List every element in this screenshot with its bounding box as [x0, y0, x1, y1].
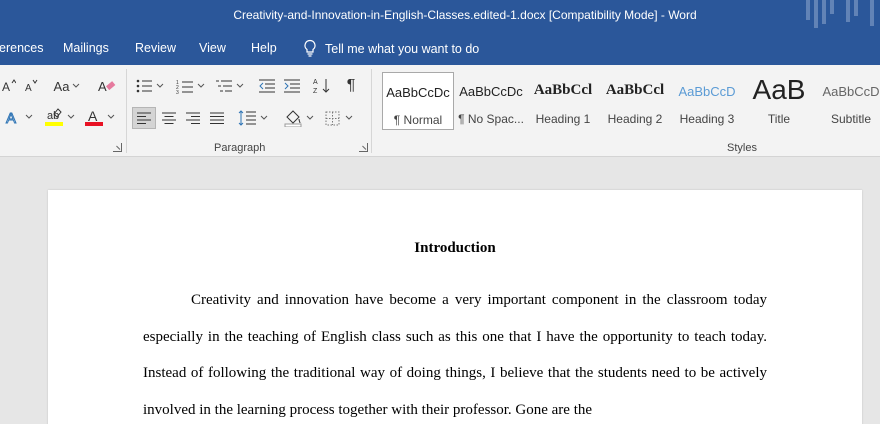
line-spacing-button[interactable] [236, 107, 270, 129]
style-normal[interactable]: AaBbCcDc ¶ Normal [382, 72, 454, 130]
title-bar: Creativity-and-Innovation-in-English-Cla… [0, 0, 880, 33]
lightbulb-icon [303, 39, 317, 60]
change-case-button[interactable]: Aa [52, 78, 82, 94]
svg-text:A: A [2, 80, 10, 93]
multilevel-list-button[interactable] [214, 77, 244, 95]
group-separator [371, 69, 372, 153]
justify-button[interactable] [206, 107, 228, 129]
style-heading-2-sample: AaBbCcl [605, 82, 665, 98]
style-no-spacing-name: ¶ No Spac... [458, 112, 524, 126]
svg-text:A: A [6, 110, 16, 125]
style-normal-name: ¶ Normal [393, 113, 443, 127]
align-center-button[interactable] [158, 107, 180, 129]
tab-mailings[interactable]: Mailings [63, 41, 109, 55]
styles-gallery: AaBbCcDc ¶ Normal AaBbCcDc ¶ No Spac... … [380, 70, 880, 132]
style-title[interactable]: AaB Title [743, 72, 815, 130]
bullets-button[interactable] [136, 77, 164, 95]
numbering-button[interactable]: 123 [174, 77, 206, 95]
group-separator [126, 69, 127, 153]
svg-text:Z: Z [313, 88, 318, 95]
title-bar-decoration [800, 0, 880, 33]
style-heading-3-name: Heading 3 [679, 112, 735, 126]
highlight-color-button[interactable]: ab [42, 107, 76, 127]
paragraph-group-label: Paragraph [214, 142, 266, 154]
svg-text:A: A [25, 83, 32, 93]
window-title: Creativity-and-Innovation-in-English-Cla… [233, 8, 697, 22]
style-heading-3-sample: AaBbCcD [678, 84, 736, 99]
style-heading-2-name: Heading 2 [607, 112, 663, 126]
ribbon: A A Aa A A ab A 123 AZ ¶ Paragraph AaBbC… [0, 65, 880, 157]
svg-text:A: A [313, 79, 318, 86]
borders-button[interactable] [322, 107, 356, 129]
pilcrow-icon: ¶ [346, 77, 356, 94]
show-formatting-marks-button[interactable]: ¶ [342, 76, 360, 96]
style-subtitle-sample: AaBbCcD [822, 84, 880, 99]
ribbon-tabs: erences Mailings Review View Help Tell m… [0, 33, 880, 65]
style-heading-1-sample: AaBbCcl [533, 82, 593, 98]
svg-text:3: 3 [176, 90, 179, 94]
shrink-font-button[interactable]: A [24, 79, 38, 93]
document-heading: Introduction [414, 240, 496, 256]
style-heading-2[interactable]: AaBbCcl Heading 2 [599, 72, 671, 130]
style-heading-3[interactable]: AaBbCcD Heading 3 [671, 72, 743, 130]
tell-me-box[interactable]: Tell me what you want to do [303, 38, 479, 60]
increase-indent-button[interactable] [281, 77, 301, 95]
tab-review[interactable]: Review [135, 41, 176, 55]
align-left-button[interactable] [132, 107, 156, 129]
sort-button[interactable]: AZ [312, 76, 332, 96]
decrease-indent-button[interactable] [256, 77, 276, 95]
shading-button[interactable] [282, 107, 316, 129]
font-dialog-launcher[interactable] [113, 143, 122, 152]
tell-me-label: Tell me what you want to do [325, 42, 480, 56]
document-page[interactable]: Introduction Creativity and innovation h… [48, 190, 862, 424]
svg-text:A: A [88, 108, 98, 124]
style-heading-1[interactable]: AaBbCcl Heading 1 [527, 72, 599, 130]
style-no-spacing[interactable]: AaBbCcDc ¶ No Spac... [455, 72, 527, 130]
style-title-name: Title [767, 112, 791, 126]
style-heading-1-name: Heading 1 [535, 112, 591, 126]
style-subtitle[interactable]: AaBbCcD Subtitle [815, 72, 880, 130]
style-no-spacing-sample: AaBbCcDc [459, 84, 523, 99]
document-paragraph: Creativity and innovation have become a … [143, 292, 767, 419]
tab-view[interactable]: View [199, 41, 226, 55]
font-color-button[interactable]: A [82, 107, 116, 127]
style-subtitle-name: Subtitle [830, 112, 872, 126]
text-effects-button[interactable]: A [4, 109, 34, 125]
clear-formatting-button[interactable]: A [98, 77, 116, 95]
svg-text:A: A [98, 79, 107, 94]
style-title-sample: AaB [752, 74, 806, 105]
tab-references[interactable]: erences [0, 41, 43, 55]
styles-group-label: Styles [727, 142, 757, 154]
grow-font-button[interactable]: A [2, 79, 16, 93]
tab-help[interactable]: Help [251, 41, 277, 55]
align-right-button[interactable] [182, 107, 204, 129]
style-normal-sample: AaBbCcDc [386, 85, 450, 100]
paragraph-dialog-launcher[interactable] [359, 143, 368, 152]
change-case-label: Aa [53, 78, 70, 94]
